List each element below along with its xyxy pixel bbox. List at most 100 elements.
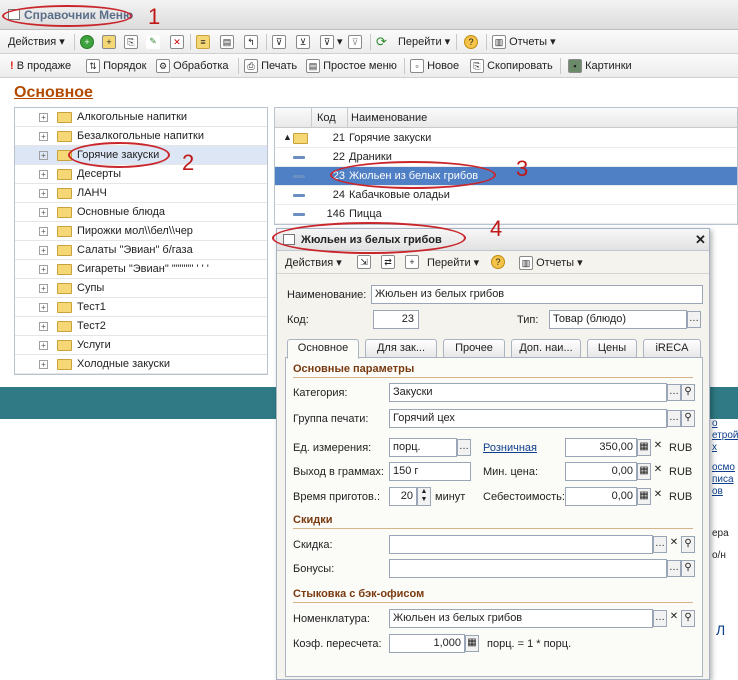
tree-item[interactable]: + Тест2 — [15, 317, 267, 336]
simple-menu-button[interactable]: ▤ Простое меню — [306, 58, 397, 74]
cost-clear-icon[interactable]: ✕ — [651, 488, 665, 505]
bonus-field[interactable] — [389, 559, 667, 578]
close-icon[interactable]: ✕ — [695, 232, 706, 248]
minprice-calc-icon[interactable]: ▦ — [637, 463, 651, 480]
retail-calc-icon[interactable]: ▦ — [637, 439, 651, 456]
order-button[interactable]: ⇅ Порядок — [86, 58, 146, 74]
expand-icon[interactable]: + — [39, 170, 48, 179]
tree-item[interactable]: + Салаты "Эвиан" б/газа — [15, 241, 267, 260]
list-row[interactable]: 24 Кабачковые оладьи — [275, 186, 737, 205]
expand-icon[interactable]: + — [39, 189, 48, 198]
form-tab[interactable]: Основное — [287, 339, 359, 359]
discount-field[interactable] — [389, 535, 653, 554]
print-button[interactable]: ⎙ Печать — [244, 58, 297, 74]
code-field[interactable]: 23 — [373, 310, 419, 329]
retail-price-field[interactable]: 350,00 — [565, 438, 637, 457]
form-tab[interactable]: iRECA — [643, 339, 701, 358]
cost-field[interactable]: 0,00 — [565, 487, 637, 506]
list-icon[interactable]: ▤ — [220, 34, 234, 50]
category-select-button[interactable]: … — [667, 384, 681, 401]
list-row[interactable]: 22 Драники — [275, 148, 737, 167]
expand-icon[interactable]: + — [39, 132, 48, 141]
yield-field[interactable]: 150 г — [389, 462, 471, 481]
bonus-select-button[interactable]: … — [667, 560, 681, 577]
list-row[interactable]: 146 Пицца — [275, 205, 737, 224]
coef-field[interactable]: 1,000 — [389, 634, 465, 653]
nomenclature-search-icon[interactable]: ⚲ — [681, 610, 695, 627]
cost-calc-icon[interactable]: ▦ — [637, 488, 651, 505]
expand-icon[interactable]: + — [39, 360, 48, 369]
column-name[interactable]: Наименование — [351, 112, 427, 124]
add-icon[interactable]: + — [80, 34, 94, 50]
printgroup-select-button[interactable]: … — [667, 410, 681, 427]
type-select-button[interactable]: … — [687, 311, 701, 328]
tree-item[interactable]: + ЛАНЧ — [15, 184, 267, 203]
form-reports-menu[interactable]: ▥ Отчеты ▾ — [519, 256, 583, 271]
coef-calc-icon[interactable]: ▦ — [465, 635, 479, 652]
tree-item[interactable]: + Основные блюда — [15, 203, 267, 222]
form-tab[interactable]: Прочее — [443, 339, 505, 358]
retail-clear-icon[interactable]: ✕ — [651, 439, 665, 456]
form-help-icon[interactable]: ? — [491, 255, 505, 269]
column-code[interactable]: Код — [317, 112, 336, 124]
minprice-clear-icon[interactable]: ✕ — [651, 463, 665, 480]
discount-search-icon[interactable]: ⚲ — [681, 536, 695, 553]
expand-icon[interactable]: + — [39, 151, 48, 160]
expand-icon[interactable]: + — [39, 246, 48, 255]
bonus-search-icon[interactable]: ⚲ — [681, 560, 695, 577]
discount-select-button[interactable]: … — [653, 536, 667, 553]
reports-menu[interactable]: ▥ Отчеты ▾ — [492, 34, 556, 50]
discount-clear-icon[interactable]: ✕ — [667, 536, 681, 553]
category-search-icon[interactable]: ⚲ — [681, 384, 695, 401]
form-save-icon[interactable]: ⇲ — [357, 255, 371, 269]
expand-icon[interactable]: + — [39, 208, 48, 217]
tree-item[interactable]: + Пирожки мол\\бел\\чер — [15, 222, 267, 241]
add-folder-icon[interactable]: + — [102, 34, 116, 50]
expand-icon[interactable]: + — [39, 265, 48, 274]
actions-menu[interactable]: Действия ▾ — [8, 34, 65, 50]
list-row[interactable]: ▲ 21 Горячие закуски — [275, 129, 737, 148]
processing-button[interactable]: ⚙ Обработка — [156, 58, 229, 74]
tree-item[interactable]: + Сигареты "Эвиан" """""' ' ' ' — [15, 260, 267, 279]
cooktime-field[interactable]: 20 — [389, 487, 417, 506]
minprice-field[interactable]: 0,00 — [565, 462, 637, 481]
expand-icon[interactable]: + — [39, 303, 48, 312]
form-save-close-icon[interactable]: ⇄ — [381, 255, 395, 269]
copy-icon[interactable]: ⎘ — [124, 34, 138, 50]
retail-price-link[interactable]: Розничная — [483, 442, 537, 454]
name-field[interactable]: Жюльен из белых грибов — [371, 285, 703, 304]
expand-icon[interactable]: + — [39, 113, 48, 122]
tree-item[interactable]: + Холодные закуски — [15, 355, 267, 374]
tree-item[interactable]: + Тест1 — [15, 298, 267, 317]
goto-menu[interactable]: Перейти ▾ — [398, 34, 450, 50]
pictures-button[interactable]: ▪ Картинки — [568, 58, 632, 74]
nomenclature-select-button[interactable]: … — [653, 610, 667, 627]
nomenclature-clear-icon[interactable]: ✕ — [667, 610, 681, 627]
filter-selection-icon[interactable]: ⊻ — [296, 34, 310, 50]
help-icon[interactable]: ? — [464, 34, 478, 50]
type-field[interactable]: Товар (блюдо) — [549, 310, 687, 329]
form-tab[interactable]: Доп. наи... — [511, 339, 581, 358]
on-sale-button[interactable]: ! В продаже — [10, 58, 71, 74]
nomenclature-field[interactable]: Жюльен из белых грибов — [389, 609, 653, 628]
filter-off-icon[interactable]: ⊽ — [348, 34, 362, 50]
tree-item[interactable]: + Алкогольные напитки — [15, 108, 267, 127]
expand-icon[interactable]: + — [39, 341, 48, 350]
refresh-icon[interactable]: ⟳ — [376, 34, 387, 50]
edit-icon[interactable]: ✎ — [146, 34, 160, 50]
printgroup-field[interactable]: Горячий цех — [389, 409, 667, 428]
new-button[interactable]: ▫ Новое — [410, 58, 459, 74]
printgroup-search-icon[interactable]: ⚲ — [681, 410, 695, 427]
tree-item[interactable]: + Услуги — [15, 336, 267, 355]
filter-list-icon[interactable]: ⊽ ▾ — [320, 34, 343, 50]
unit-select-button[interactable]: … — [457, 439, 471, 456]
copy-button[interactable]: ⎘ Скопировать — [470, 58, 553, 74]
cooktime-spin-icon[interactable]: ▲ ▼ — [417, 487, 431, 506]
expand-icon[interactable]: + — [39, 322, 48, 331]
expand-icon[interactable]: + — [39, 227, 48, 236]
up-level-icon[interactable]: ↰ — [244, 34, 258, 50]
form-actions-menu[interactable]: Действия ▾ — [285, 256, 342, 269]
form-tab[interactable]: Для зак... — [365, 339, 437, 358]
tree-item[interactable]: + Супы — [15, 279, 267, 298]
form-goto-menu[interactable]: Перейти ▾ — [427, 256, 479, 269]
